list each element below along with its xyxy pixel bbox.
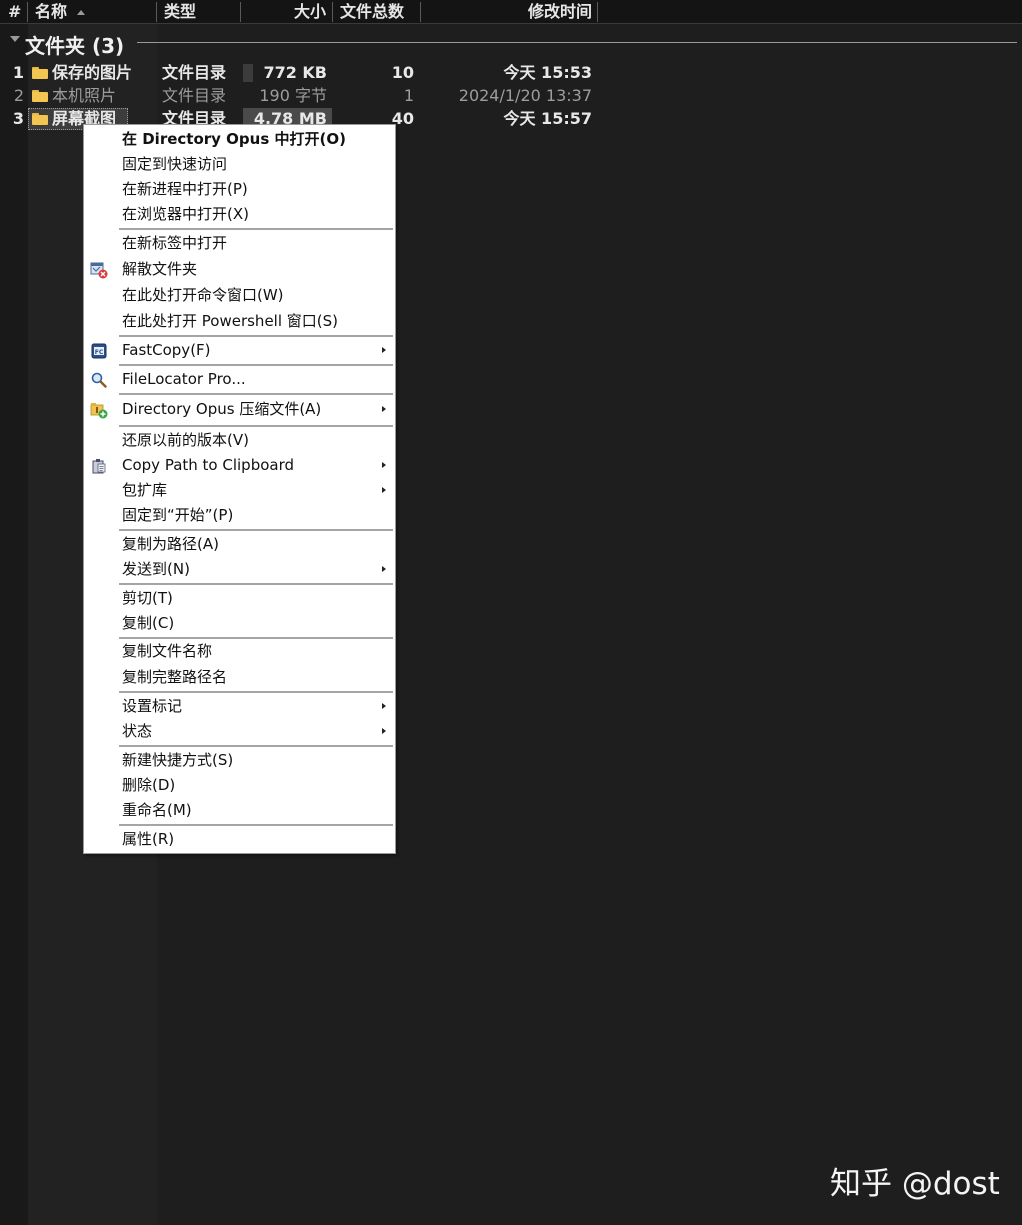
watermark: 知乎 @dost [830,1166,1000,1202]
column-divider[interactable] [27,2,28,22]
menu-item-fastcopy[interactable]: FC FastCopy(F) [84,338,395,363]
modified-time: 2024/1/20 13:37 [458,86,592,105]
menu-item-delete[interactable]: 删除(D) [84,773,395,798]
column-header-bar: # 名称 类型 大小 文件总数 修改时间 [0,0,1022,24]
menu-item-copy[interactable]: 复制(C) [84,611,395,636]
menu-item-open-in-opus[interactable]: 在 Directory Opus 中打开(O) [84,127,395,152]
file-size: 190 字节 [259,86,327,105]
file-name[interactable]: 保存的图片 [52,62,132,84]
column-header-modified[interactable]: 修改时间 [424,0,596,23]
folder-icon [32,90,48,102]
column-header-type[interactable]: 类型 [160,0,240,23]
column-divider[interactable] [332,2,333,22]
svg-text:FC: FC [95,349,104,356]
menu-separator [119,583,393,585]
modified-time: 今天 15:57 [503,109,592,128]
submenu-arrow-icon [382,462,386,468]
archive-folder-icon [90,403,108,419]
group-divider [137,42,1017,43]
column-divider[interactable] [156,2,157,22]
row-number: 2 [13,86,24,105]
submenu-arrow-icon [382,406,386,412]
column-divider[interactable] [240,2,241,22]
submenu-arrow-icon [382,487,386,493]
menu-item-pin-quick-access[interactable]: 固定到快速访问 [84,152,395,177]
row-number: 1 [12,63,24,82]
fastcopy-icon: FC [91,343,107,359]
file-name[interactable]: 本机照片 [52,85,116,107]
menu-separator [119,335,393,337]
file-type: 文件目录 [162,86,227,105]
menu-item-copy-as-path[interactable]: 复制为路径(A) [84,532,395,557]
file-count: 1 [403,86,414,105]
menu-item-copy-path-clipboard[interactable]: Copy Path to Clipboard [84,453,395,478]
file-row[interactable]: 1 保存的图片 文件目录 772 KB 10 今天 15:53 [0,62,620,84]
folder-icon [32,113,48,125]
menu-item-pin-to-start[interactable]: 固定到“开始”(P) [84,503,395,528]
column-header-count[interactable]: 文件总数 [336,0,420,23]
menu-item-opus-archive[interactable]: Directory Opus 压缩文件(A) [84,397,395,422]
group-title: 文件夹 (3) [25,34,125,58]
menu-item-status[interactable]: 状态 [84,719,395,744]
column-header-name[interactable]: 名称 [31,0,156,23]
menu-separator [119,228,393,230]
menu-item-properties[interactable]: 属性(R) [84,827,395,852]
menu-item-new-shortcut[interactable]: 新建快捷方式(S) [84,748,395,773]
column-divider[interactable] [597,2,598,22]
menu-item-restore-versions[interactable]: 还原以前的版本(V) [84,428,395,453]
menu-separator [119,824,393,826]
menu-item-dissolve-folder[interactable]: 解散文件夹 [84,257,395,282]
menu-separator [119,691,393,693]
menu-item-set-label[interactable]: 设置标记 [84,694,395,719]
collapse-caret-icon[interactable] [10,36,20,42]
menu-separator [119,364,393,366]
submenu-arrow-icon [382,728,386,734]
row-number: 3 [12,109,24,128]
column-divider[interactable] [420,2,421,22]
file-size: 772 KB [263,63,327,82]
menu-item-send-to[interactable]: 发送到(N) [84,557,395,582]
menu-separator [119,393,393,395]
menu-item-include-in-library[interactable]: 包扩库 [84,478,395,503]
modified-time: 今天 15:53 [503,63,592,82]
submenu-arrow-icon [382,566,386,572]
column-header-size[interactable]: 大小 [242,0,330,23]
submenu-arrow-icon [382,703,386,709]
menu-separator [119,529,393,531]
file-type: 文件目录 [162,63,227,82]
clipboard-icon [92,459,106,474]
menu-item-open-in-browser[interactable]: 在浏览器中打开(X) [84,202,395,227]
folder-icon [32,67,48,79]
menu-separator [119,425,393,427]
dissolve-folder-icon [90,262,108,279]
menu-item-filelocator[interactable]: FileLocator Pro... [84,367,395,392]
magnifier-icon [91,372,107,388]
menu-item-copy-full-path[interactable]: 复制完整路径名 [84,665,395,690]
sort-ascending-icon [77,10,86,15]
menu-item-cut[interactable]: 剪切(T) [84,586,395,611]
file-row[interactable]: 2 本机照片 文件目录 190 字节 1 2024/1/20 13:37 [0,85,620,107]
menu-item-rename[interactable]: 重命名(M) [84,798,395,823]
file-count: 10 [391,63,414,82]
menu-separator [119,745,393,747]
menu-item-copy-file-name[interactable]: 复制文件名称 [84,639,395,664]
number-column-background [0,24,28,1225]
menu-item-open-cmd[interactable]: 在此处打开命令窗口(W) [84,283,395,308]
context-menu: 在 Directory Opus 中打开(O) 固定到快速访问 在新进程中打开(… [83,124,396,854]
menu-item-open-powershell[interactable]: 在此处打开 Powershell 窗口(S) [84,309,395,334]
menu-item-open-new-process[interactable]: 在新进程中打开(P) [84,177,395,202]
column-header-number[interactable]: # [4,0,28,23]
submenu-arrow-icon [382,347,386,353]
menu-item-open-new-tab[interactable]: 在新标签中打开 [84,231,395,256]
